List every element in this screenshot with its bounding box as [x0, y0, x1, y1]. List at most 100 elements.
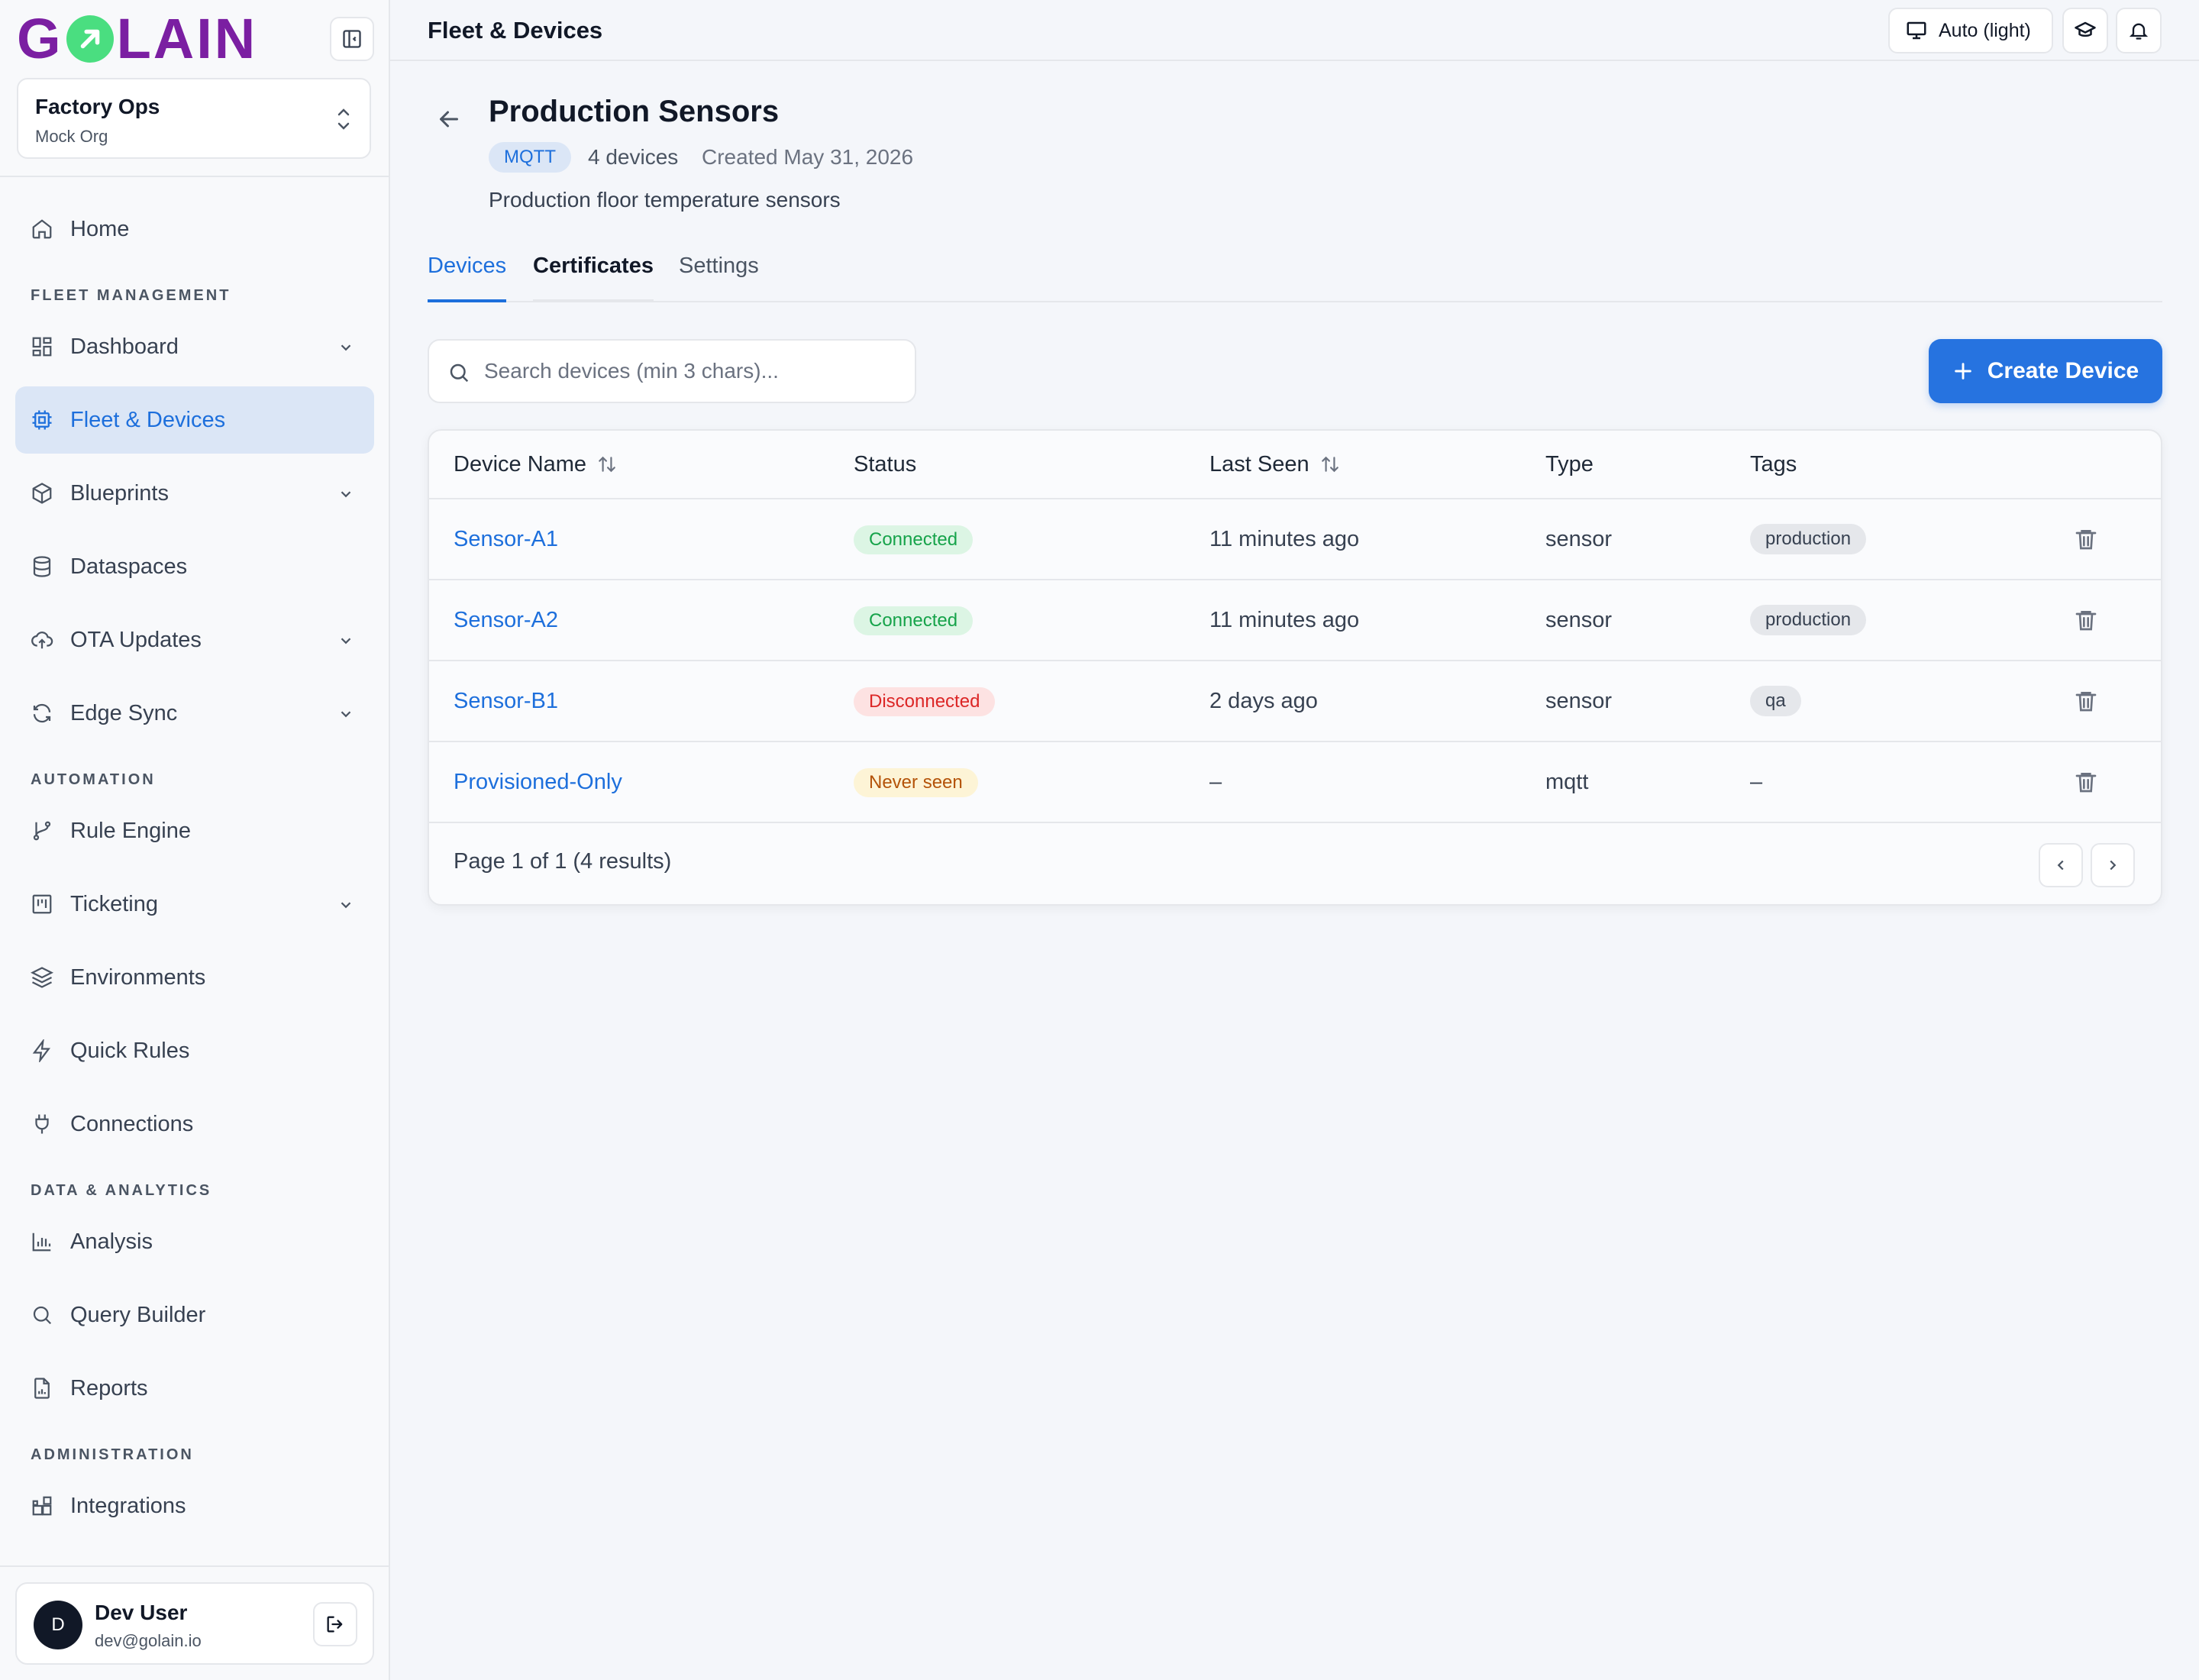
golain-logo[interactable]: G LAIN: [17, 11, 257, 67]
sidebar-divider: [0, 1565, 389, 1567]
notifications-button[interactable]: [2116, 8, 2162, 53]
device-count: 4 devices: [588, 145, 679, 169]
column-header-tags: Tags: [1750, 431, 1797, 498]
sidebar-item-ticketing[interactable]: Ticketing: [15, 871, 374, 938]
sidebar-item-integrations[interactable]: Integrations: [15, 1472, 374, 1539]
search-input[interactable]: [484, 341, 896, 402]
page-title: Fleet & Devices: [428, 17, 603, 44]
device-type: sensor: [1545, 527, 1613, 551]
chevron-right-icon: [2110, 860, 2117, 871]
panel-left-icon: [343, 30, 361, 48]
org-name: Factory Ops: [35, 95, 160, 118]
cloud-upload-icon: [31, 632, 53, 649]
top-bar: Fleet & Devices Auto (light): [390, 0, 2199, 61]
sidebar-item-label: Rule Engine: [70, 819, 191, 843]
section-data-analytics: DATA & ANALYTICS: [31, 1182, 212, 1199]
previous-page-button[interactable]: [2039, 843, 2083, 887]
sidebar-item-fleet-devices[interactable]: Fleet & Devices: [15, 386, 374, 454]
user-profile[interactable]: D Dev User dev@golain.io: [15, 1582, 374, 1665]
sidebar-item-label: Dashboard: [70, 334, 179, 359]
sidebar-item-label: Edge Sync: [70, 701, 178, 725]
cube-icon: [32, 483, 52, 504]
sidebar-item-rule-engine[interactable]: Rule Engine: [15, 797, 374, 864]
collapse-sidebar-button[interactable]: [330, 17, 374, 61]
sidebar-item-label: Integrations: [70, 1494, 186, 1518]
column-header-label: Type: [1545, 452, 1594, 477]
sidebar-item-label: Fleet & Devices: [70, 408, 226, 432]
trash-icon[interactable]: [2074, 770, 2098, 794]
trash-icon[interactable]: [2074, 608, 2098, 632]
column-header-type: Type: [1545, 431, 1594, 498]
avatar: D: [34, 1601, 82, 1649]
tab-devices[interactable]: Devices: [428, 254, 507, 302]
sidebar-item-dashboard[interactable]: Dashboard: [15, 313, 374, 380]
bell-icon: [2129, 23, 2149, 40]
user-name: Dev User: [95, 1601, 188, 1624]
theme-toggle-button[interactable]: Auto (light): [1888, 8, 2053, 53]
sidebar-item-connections[interactable]: Connections: [15, 1090, 374, 1158]
user-email: dev@golain.io: [95, 1631, 202, 1650]
tag-empty: –: [1750, 770, 1763, 794]
section-fleet-management: FLEET MANAGEMENT: [31, 287, 231, 304]
trash-icon[interactable]: [2074, 689, 2098, 713]
column-header-device-name[interactable]: Device Name: [454, 431, 617, 498]
sidebar-item-edge-sync[interactable]: Edge Sync: [15, 680, 374, 747]
device-type: sensor: [1545, 608, 1613, 632]
bar-chart-icon: [32, 1233, 51, 1252]
device-type: sensor: [1545, 689, 1613, 713]
device-name-link[interactable]: Sensor-B1: [454, 661, 558, 741]
device-name-link[interactable]: Sensor-A1: [454, 499, 558, 579]
search-icon: [33, 1306, 52, 1325]
sidebar-item-analysis[interactable]: Analysis: [15, 1208, 374, 1275]
sidebar: G LAIN Factory Ops Mock Org Home FLEET M…: [0, 0, 390, 1680]
protocol-badge: MQTT: [489, 142, 571, 173]
logo-row: G LAIN: [17, 11, 374, 67]
integrations-icon: [32, 1496, 52, 1516]
tab-settings[interactable]: Settings: [679, 254, 759, 302]
sidebar-item-reports[interactable]: Reports: [15, 1355, 374, 1422]
sidebar-item-blueprints[interactable]: Blueprints: [15, 460, 374, 527]
sidebar-item-label: Home: [70, 217, 130, 241]
chevron-down-icon: [341, 638, 351, 645]
sidebar-item-query-builder[interactable]: Query Builder: [15, 1281, 374, 1349]
last-seen: –: [1209, 770, 1222, 794]
sort-icon: [599, 456, 615, 473]
section-automation: AUTOMATION: [31, 771, 156, 788]
sidebar-item-label: Dataspaces: [70, 554, 188, 579]
sidebar-item-dataspaces[interactable]: Dataspaces: [15, 533, 374, 600]
chevron-left-icon: [2057, 860, 2064, 871]
create-device-button[interactable]: Create Device: [1929, 339, 2162, 403]
created-date: Created May 31, 2026: [702, 145, 914, 169]
tag-badge: production: [1750, 605, 1867, 635]
last-seen: 2 days ago: [1209, 689, 1318, 713]
sidebar-item-label: Reports: [70, 1376, 148, 1401]
org-switcher[interactable]: Factory Ops Mock Org: [17, 78, 371, 159]
device-name-link[interactable]: Provisioned-Only: [454, 742, 622, 822]
git-branch-icon: [33, 821, 51, 841]
sidebar-item-label: Analysis: [70, 1229, 153, 1254]
tab-certificates[interactable]: Certificates: [533, 254, 654, 302]
sidebar-item-quick-rules[interactable]: Quick Rules: [15, 1017, 374, 1084]
sidebar-item-label: Blueprints: [70, 481, 169, 506]
column-header-last-seen[interactable]: Last Seen: [1209, 431, 1340, 498]
sidebar-item-environments[interactable]: Environments: [15, 944, 374, 1011]
chevron-down-icon: [341, 902, 351, 909]
sidebar-item-label: Ticketing: [70, 892, 158, 916]
sidebar-item-ota-updates[interactable]: OTA Updates: [15, 606, 374, 674]
back-button[interactable]: [435, 105, 463, 137]
column-header-label: Tags: [1750, 452, 1797, 477]
device-name-link[interactable]: Sensor-A2: [454, 580, 558, 660]
sidebar-item-label: Connections: [70, 1112, 194, 1136]
trash-icon[interactable]: [2074, 527, 2098, 551]
logout-button[interactable]: [313, 1602, 357, 1646]
tag-badge: qa: [1750, 686, 1801, 716]
fleet-description: Production floor temperature sensors: [489, 188, 841, 212]
learn-button[interactable]: [2062, 8, 2108, 53]
sidebar-item-home[interactable]: Home: [15, 195, 374, 263]
next-page-button[interactable]: [2091, 843, 2135, 887]
create-device-label: Create Device: [1987, 358, 2139, 383]
chip-icon: [32, 410, 52, 430]
sidebar-item-label: Environments: [70, 965, 206, 990]
graduation-cap-icon: [2075, 21, 2096, 37]
chevron-down-icon: [341, 491, 351, 498]
